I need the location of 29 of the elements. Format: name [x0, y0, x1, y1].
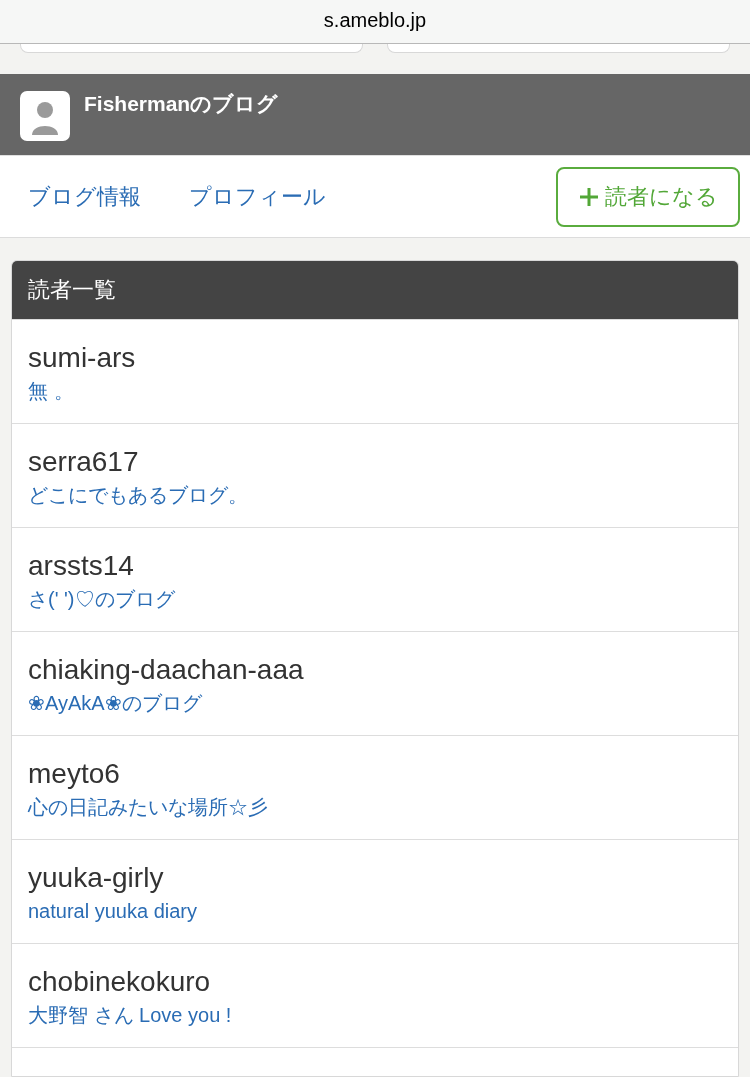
avatar-icon: [20, 91, 70, 141]
reader-name: sumi-ars: [28, 341, 136, 375]
blog-title[interactable]: Fishermanのブログ: [84, 91, 279, 117]
panel-title: 読者一覧: [28, 276, 116, 304]
reader-list-item[interactable]: chobinekokuro 大野智 さん Love you !: [12, 943, 738, 1047]
nav-link[interactable]: プロフィール: [189, 182, 326, 211]
blog-title-link[interactable]: ❀AyAkA❀のブログ: [28, 690, 202, 716]
blog-title-link[interactable]: さ(' ')♡のブログ: [28, 586, 175, 612]
nav-link[interactable]: ブログ情報: [28, 182, 141, 211]
reader-name: serra617: [28, 445, 139, 479]
blog-title-link[interactable]: 無 。: [28, 378, 74, 404]
blog-title-link[interactable]: 大野智 さん Love you !: [28, 1002, 232, 1028]
reader-list-item[interactable]: sumi-ars 無 。: [12, 319, 738, 423]
reader-list-item[interactable]: arssts14 さ(' ')♡のブログ: [12, 527, 738, 631]
reader-name: chiaking-daachan-aaa: [28, 653, 304, 687]
reader-list-item[interactable]: yuuka-girly natural yuuka diary: [12, 839, 738, 943]
url-text[interactable]: s.ameblo.jp: [323, 7, 427, 33]
reader-name: chobinekokuro: [28, 965, 211, 999]
follow-button[interactable]: 読者になる: [556, 166, 740, 227]
blog-title-link[interactable]: どこにでもあるブログ。: [28, 482, 248, 508]
plus-icon: [578, 186, 599, 207]
reader-name: yuuka-girly: [28, 861, 164, 895]
blog-title-link[interactable]: natural yuuka diary: [28, 898, 197, 924]
reader-list-item[interactable]: meyto6 心の日記みたいな場所☆彡: [12, 735, 738, 839]
blog-title-link[interactable]: 心の日記みたいな場所☆彡: [28, 794, 268, 820]
reader-list-item[interactable]: serra617 どこにでもあるブログ。: [12, 423, 738, 527]
reader-name: meyto6: [28, 757, 120, 791]
reader-list-item[interactable]: chiaking-daachan-aaa ❀AyAkA❀のブログ: [12, 631, 738, 735]
reader-name: arssts14: [28, 549, 134, 583]
